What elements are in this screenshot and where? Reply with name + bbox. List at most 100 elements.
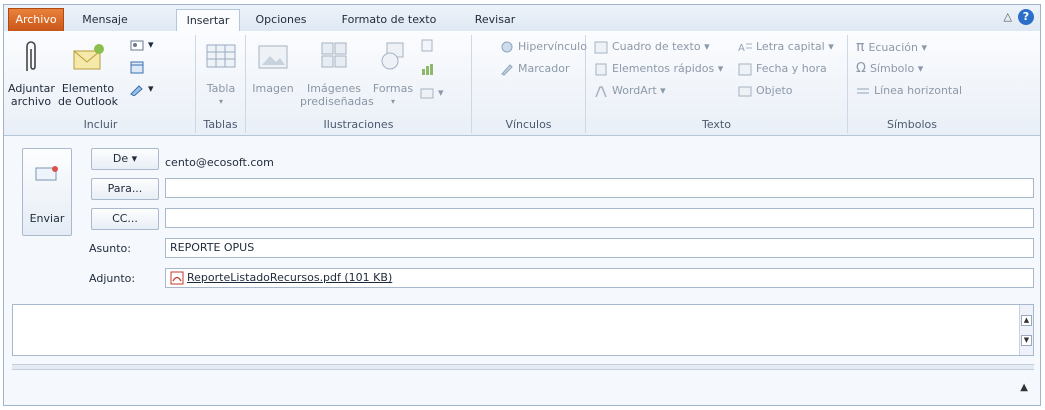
ecuacion-label: Ecuación bbox=[868, 41, 918, 54]
screenshot-icon bbox=[420, 88, 434, 98]
calendar-button[interactable] bbox=[130, 59, 148, 75]
envelope-icon bbox=[73, 44, 104, 70]
tab-archivo[interactable]: Archivo bbox=[8, 8, 64, 31]
outlook-compose-window: Archivo Mensaje Insertar Opciones Format… bbox=[3, 4, 1041, 406]
marcador-button[interactable]: Marcador bbox=[500, 61, 570, 77]
group-texto: Cuadro de texto ▾ Elementos rápidos ▾ Wo… bbox=[586, 35, 848, 133]
group-tablas: Tabla ▾ Tablas bbox=[196, 35, 246, 133]
wordart-icon bbox=[595, 85, 607, 97]
group-label-vinculos: Vínculos bbox=[505, 118, 552, 131]
adjuntar-label-1: Adjuntar bbox=[8, 82, 55, 95]
chart-button[interactable] bbox=[420, 61, 438, 77]
elementos-rapidos-label: Elementos rápidos bbox=[612, 62, 715, 75]
tab-opciones[interactable]: Opciones bbox=[248, 9, 314, 30]
horizontal-line-icon bbox=[857, 88, 869, 93]
message-body[interactable]: ▲ ▼ bbox=[12, 304, 1034, 356]
paperclip-icon bbox=[26, 41, 36, 71]
picture-icon bbox=[258, 45, 288, 69]
tab-insertar[interactable]: Insertar bbox=[176, 9, 240, 33]
smartart-button[interactable] bbox=[420, 37, 438, 53]
to-button[interactable]: Para... bbox=[91, 178, 159, 200]
minimize-ribbon-icon[interactable]: △ bbox=[1004, 10, 1012, 23]
screenshot-button[interactable]: ▾ bbox=[420, 85, 444, 101]
imagenes-label-2: prediseñadas bbox=[300, 95, 374, 108]
imagenes-label-1: Imágenes bbox=[307, 82, 361, 95]
calendar-icon bbox=[130, 61, 144, 73]
tabla-button[interactable]: Tabla ▾ bbox=[198, 37, 244, 108]
group-label-incluir: Incluir bbox=[83, 118, 118, 131]
group-ilustraciones: Imagen Imágenes prediseñadas Formas ▾ ▾ … bbox=[246, 35, 472, 133]
ribbon: Adjuntar archivo Elemento de Outlook ▾ ▾… bbox=[4, 31, 1040, 136]
tab-mensaje[interactable]: Mensaje bbox=[76, 9, 134, 30]
hyperlink-icon bbox=[501, 41, 513, 52]
ribbon-tab-bar: Archivo Mensaje Insertar Opciones Format… bbox=[4, 5, 1040, 33]
scroll-down-icon[interactable]: ▼ bbox=[1021, 335, 1032, 346]
letra-capital-label: Letra capital bbox=[756, 40, 825, 53]
dropcap-icon: A bbox=[738, 43, 752, 54]
imagen-button[interactable]: Imagen bbox=[248, 37, 298, 95]
cuadro-texto-button[interactable]: Cuadro de texto ▾ bbox=[594, 39, 710, 55]
send-button[interactable]: Enviar bbox=[22, 148, 72, 236]
svg-text:A: A bbox=[738, 43, 745, 54]
business-card-icon bbox=[130, 40, 144, 50]
attachment-field[interactable]: ReporteListadoRecursos.pdf (101 KB) bbox=[165, 268, 1034, 288]
group-label-simbolos: Símbolos bbox=[887, 118, 937, 131]
table-icon bbox=[206, 44, 236, 68]
from-button-label: De bbox=[112, 152, 129, 165]
group-simbolos: π Ecuación ▾ Ω Símbolo ▾ Línea horizontal … bbox=[848, 35, 976, 133]
elemento-label-2: de Outlook bbox=[57, 95, 119, 108]
simbolo-button[interactable]: Ω Símbolo ▾ bbox=[856, 61, 923, 77]
imagen-label: Imagen bbox=[252, 82, 294, 95]
people-pane-divider[interactable] bbox=[12, 364, 1034, 370]
cuadro-texto-label: Cuadro de texto bbox=[612, 40, 701, 53]
attachment-file-link[interactable]: ReporteListadoRecursos.pdf (101 KB) bbox=[187, 271, 392, 284]
linea-horizontal-button[interactable]: Línea horizontal bbox=[856, 83, 962, 99]
cc-button[interactable]: CC... bbox=[91, 208, 159, 230]
tabla-dropdown-icon: ▾ bbox=[218, 97, 223, 106]
send-envelope-icon bbox=[35, 166, 58, 181]
adjuntar-archivo-button[interactable]: Adjuntar archivo bbox=[8, 37, 55, 108]
wordart-label: WordArt bbox=[612, 84, 657, 97]
imagenes-prediseñadas-button[interactable]: Imágenes prediseñadas bbox=[300, 37, 374, 108]
elemento-outlook-button[interactable]: Elemento de Outlook bbox=[56, 37, 120, 108]
signature-button[interactable]: ▾ bbox=[130, 81, 154, 97]
wordart-button[interactable]: WordArt ▾ bbox=[594, 83, 666, 99]
help-icon[interactable]: ? bbox=[1018, 9, 1034, 25]
ecuacion-button[interactable]: π Ecuación ▾ bbox=[856, 39, 927, 56]
objeto-button[interactable]: Objeto bbox=[738, 83, 793, 99]
omega-icon: Ω bbox=[856, 61, 866, 76]
subject-label: Asunto: bbox=[89, 242, 131, 255]
body-scrollbar[interactable]: ▲ ▼ bbox=[1019, 305, 1033, 355]
quickparts-icon bbox=[595, 63, 607, 75]
elementos-rapidos-button[interactable]: Elementos rápidos ▾ bbox=[594, 61, 723, 77]
group-label-tablas: Tablas bbox=[203, 118, 238, 131]
textbox-icon bbox=[594, 41, 608, 53]
letra-capital-button[interactable]: A Letra capital ▾ bbox=[738, 39, 834, 55]
marcador-label: Marcador bbox=[518, 62, 570, 75]
tab-revisar[interactable]: Revisar bbox=[466, 9, 524, 30]
to-field[interactable] bbox=[165, 178, 1034, 198]
hipervinculo-label: Hipervínculo bbox=[518, 40, 587, 53]
expand-people-pane-icon[interactable]: ▲ bbox=[1020, 382, 1028, 393]
from-button[interactable]: De ▾ bbox=[91, 148, 159, 170]
hipervinculo-button[interactable]: Hipervínculo bbox=[500, 39, 587, 55]
date-time-icon bbox=[738, 63, 752, 75]
subject-field[interactable]: REPORTE OPUS bbox=[165, 238, 1034, 258]
signature-icon bbox=[130, 84, 143, 96]
smartart-icon bbox=[421, 39, 433, 51]
business-card-button[interactable]: ▾ bbox=[130, 37, 154, 53]
pdf-icon bbox=[170, 271, 184, 285]
tab-formato-texto[interactable]: Formato de texto bbox=[334, 9, 444, 30]
clipart-icon bbox=[321, 42, 347, 68]
fecha-hora-button[interactable]: Fecha y hora bbox=[738, 61, 827, 77]
chart-icon bbox=[422, 63, 433, 75]
pi-icon: π bbox=[856, 39, 865, 55]
compose-form: Enviar De ▾ cento@ecosoft.com Para... CC… bbox=[4, 136, 1040, 400]
formas-button[interactable]: Formas ▾ bbox=[370, 37, 416, 108]
tabla-label: Tabla bbox=[206, 82, 236, 95]
cc-field[interactable] bbox=[165, 208, 1034, 228]
group-label-ilustraciones: Ilustraciones bbox=[323, 118, 394, 131]
formas-label: Formas bbox=[372, 82, 414, 95]
scroll-up-icon[interactable]: ▲ bbox=[1021, 315, 1032, 326]
formas-dropdown-icon: ▾ bbox=[390, 97, 395, 106]
